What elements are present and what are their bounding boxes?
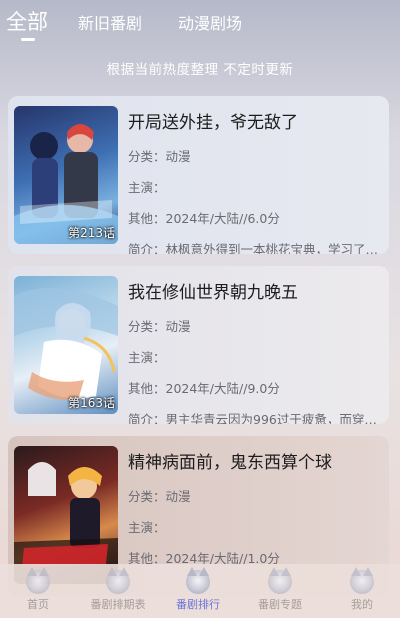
nav-ranking-label: 番剧排行 bbox=[176, 598, 220, 611]
nav-topics-label: 番剧专题 bbox=[258, 598, 302, 611]
nav-ranking[interactable]: 番剧排行 bbox=[160, 567, 236, 612]
list-item[interactable]: 第213话 开局送外挂，爷无敌了 分类：动漫 主演： 其他：2024年/大陆//… bbox=[8, 96, 389, 254]
active-tab-indicator bbox=[21, 38, 35, 41]
item-info: 精神病面前，鬼东西算个球 分类：动漫 主演： 其他：2024年/大陆//1.0分 bbox=[128, 448, 381, 567]
schedule-mascot-icon bbox=[106, 567, 130, 594]
cover-image[interactable]: 第163话 bbox=[14, 276, 118, 414]
item-title[interactable]: 精神病面前，鬼东西算个球 bbox=[128, 448, 381, 473]
item-cast: 主演： bbox=[128, 520, 166, 535]
nav-topics[interactable]: 番剧专题 bbox=[242, 567, 318, 612]
item-category: 分类：动漫 bbox=[128, 489, 191, 504]
nav-schedule[interactable]: 番剧排期表 bbox=[80, 567, 156, 612]
item-other: 其他：2024年/大陆//9.0分 bbox=[128, 381, 280, 396]
item-synopsis: 简介：林枫意外得到一本桃花宝典，学习了上面的... bbox=[128, 242, 381, 254]
item-info: 开局送外挂，爷无敌了 分类：动漫 主演： 其他：2024年/大陆//6.0分 简… bbox=[128, 108, 381, 254]
list-item[interactable]: 第163话 我在修仙世界朝九晚五 分类：动漫 主演： 其他：2024年/大陆//… bbox=[8, 266, 389, 424]
item-category: 分类：动漫 bbox=[128, 319, 191, 334]
nav-home[interactable]: 首页 bbox=[0, 567, 76, 612]
item-synopsis: 简介：男主华青云因为996过于疲惫，而穿越到了修仙世界... bbox=[128, 412, 381, 424]
item-cast: 主演： bbox=[128, 350, 166, 365]
tab-all[interactable]: 全部 bbox=[6, 6, 48, 36]
nav-home-label: 首页 bbox=[27, 598, 49, 611]
item-title[interactable]: 我在修仙世界朝九晚五 bbox=[128, 278, 381, 303]
mine-mascot-icon bbox=[350, 567, 374, 594]
item-category: 分类：动漫 bbox=[128, 149, 191, 164]
ranking-mascot-icon bbox=[186, 567, 210, 594]
nav-mine[interactable]: 我的 bbox=[324, 567, 400, 612]
top-tabs: 全部 新旧番剧 动漫剧场 bbox=[0, 0, 400, 48]
item-other: 其他：2024年/大陆//6.0分 bbox=[128, 211, 280, 226]
episode-count: 第213话 bbox=[68, 226, 115, 240]
ranking-subtitle: 根据当前热度整理 不定时更新 bbox=[106, 62, 294, 78]
item-title[interactable]: 开局送外挂，爷无敌了 bbox=[128, 108, 381, 133]
nav-mine-label: 我的 bbox=[351, 598, 373, 611]
item-info: 我在修仙世界朝九晚五 分类：动漫 主演： 其他：2024年/大陆//9.0分 简… bbox=[128, 278, 381, 424]
home-mascot-icon bbox=[26, 567, 50, 594]
episode-count: 第163话 bbox=[68, 396, 115, 410]
tab-anime-theater[interactable]: 动漫剧场 bbox=[178, 10, 242, 34]
topics-mascot-icon bbox=[268, 567, 292, 594]
tab-new-old[interactable]: 新旧番剧 bbox=[78, 10, 142, 34]
bottom-navigation: 首页 番剧排期表 番剧排行 番剧专题 我的 bbox=[0, 564, 400, 618]
cover-image[interactable]: 第213话 bbox=[14, 106, 118, 244]
item-cast: 主演： bbox=[128, 180, 166, 195]
nav-schedule-label: 番剧排期表 bbox=[90, 598, 146, 611]
